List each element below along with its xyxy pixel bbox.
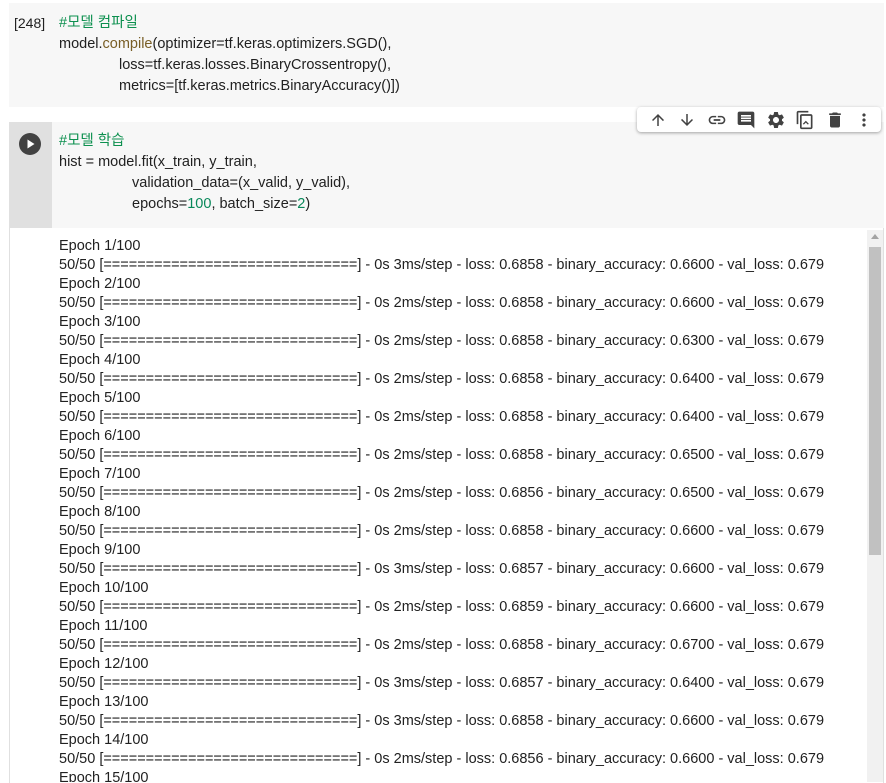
epoch-progress-line: 50/50 [==============================] -…	[59, 333, 825, 349]
run-cell-button[interactable]	[19, 133, 41, 155]
output-scrollbar[interactable]	[867, 230, 883, 782]
mirror-cell-button[interactable]	[791, 107, 821, 132]
mirror-cell-icon	[796, 110, 813, 129]
cell-toolbar	[637, 107, 881, 132]
epoch-header-line: Epoch 3/100	[59, 314, 141, 330]
code-line: metrics=[tf.keras.metrics.BinaryAccuracy…	[119, 78, 400, 94]
epoch-progress-line: 50/50 [==============================] -…	[59, 675, 825, 691]
epoch-header-line: Epoch 14/100	[59, 732, 149, 748]
move-cell-down-button[interactable]	[673, 107, 703, 132]
epoch-progress-line: 50/50 [==============================] -…	[59, 599, 825, 615]
cell-settings-button[interactable]	[761, 107, 791, 132]
comment-icon	[737, 111, 755, 128]
code-line: epochs=100, batch_size=2)	[132, 196, 311, 212]
move-cell-up-button[interactable]	[643, 107, 673, 132]
epoch-header-line: Epoch 15/100	[59, 770, 149, 782]
scrollbar-thumb[interactable]	[869, 247, 881, 555]
arrow-down-icon	[681, 113, 694, 126]
add-comment-button[interactable]	[732, 107, 762, 132]
link-icon	[708, 115, 726, 124]
arrow-up-icon	[651, 113, 664, 126]
gear-icon	[767, 111, 784, 128]
cell-gutter	[9, 122, 52, 228]
cell-output: Epoch 1/100 50/50 [======================…	[59, 237, 868, 782]
code-line: validation_data=(x_valid, y_valid),	[132, 175, 351, 191]
code-line: loss=tf.keras.losses.BinaryCrossentropy(…	[119, 57, 391, 73]
code-cell-compile[interactable]: [248] #모델 컴파일 model.compile(optimizer=tf…	[9, 3, 884, 107]
epoch-progress-line: 50/50 [==============================] -…	[59, 371, 825, 387]
epoch-progress-line: 50/50 [==============================] -…	[59, 523, 825, 539]
link-cell-button[interactable]	[702, 107, 732, 132]
code-line: model.compile(optimizer=tf.keras.optimiz…	[59, 36, 392, 52]
epoch-progress-line: 50/50 [==============================] -…	[59, 295, 825, 311]
scroll-up-arrow-icon[interactable]	[871, 234, 879, 239]
epoch-progress-line: 50/50 [==============================] -…	[59, 637, 825, 653]
code-line: #모델 컴파일	[59, 15, 138, 31]
epoch-progress-line: 50/50 [==============================] -…	[59, 409, 825, 425]
play-icon	[27, 139, 35, 149]
epoch-progress-line: 50/50 [==============================] -…	[59, 713, 825, 729]
epoch-header-line: Epoch 8/100	[59, 504, 141, 520]
epoch-header-line: Epoch 11/100	[59, 618, 148, 634]
code-line: hist = model.fit(x_train, y_train,	[59, 154, 257, 170]
epoch-header-line: Epoch 10/100	[59, 580, 149, 596]
execution-count: [248]	[14, 15, 46, 31]
delete-icon	[828, 112, 841, 127]
epoch-header-line: Epoch 13/100	[59, 694, 149, 710]
epoch-progress-line: 50/50 [==============================] -…	[59, 561, 825, 577]
code-line: #모델 학습	[59, 133, 125, 149]
code-editor[interactable]: #모델 학습 hist = model.fit(x_train, y_train…	[52, 122, 884, 228]
more-options-button[interactable]	[850, 107, 880, 132]
more-vert-icon	[862, 112, 866, 127]
epoch-header-line: Epoch 2/100	[59, 276, 141, 292]
epoch-header-line: Epoch 1/100	[59, 238, 141, 254]
epoch-header-line: Epoch 6/100	[59, 428, 141, 444]
epoch-header-line: Epoch 7/100	[59, 466, 141, 482]
epoch-progress-line: 50/50 [==============================] -…	[59, 257, 825, 273]
epoch-header-line: Epoch 9/100	[59, 542, 141, 558]
delete-cell-button[interactable]	[820, 107, 850, 132]
epoch-header-line: Epoch 5/100	[59, 390, 141, 406]
epoch-progress-line: 50/50 [==============================] -…	[59, 485, 825, 501]
epoch-progress-line: 50/50 [==============================] -…	[59, 751, 825, 767]
epoch-header-line: Epoch 4/100	[59, 352, 141, 368]
epoch-header-line: Epoch 12/100	[59, 656, 149, 672]
epoch-progress-line: 50/50 [==============================] -…	[59, 447, 825, 463]
